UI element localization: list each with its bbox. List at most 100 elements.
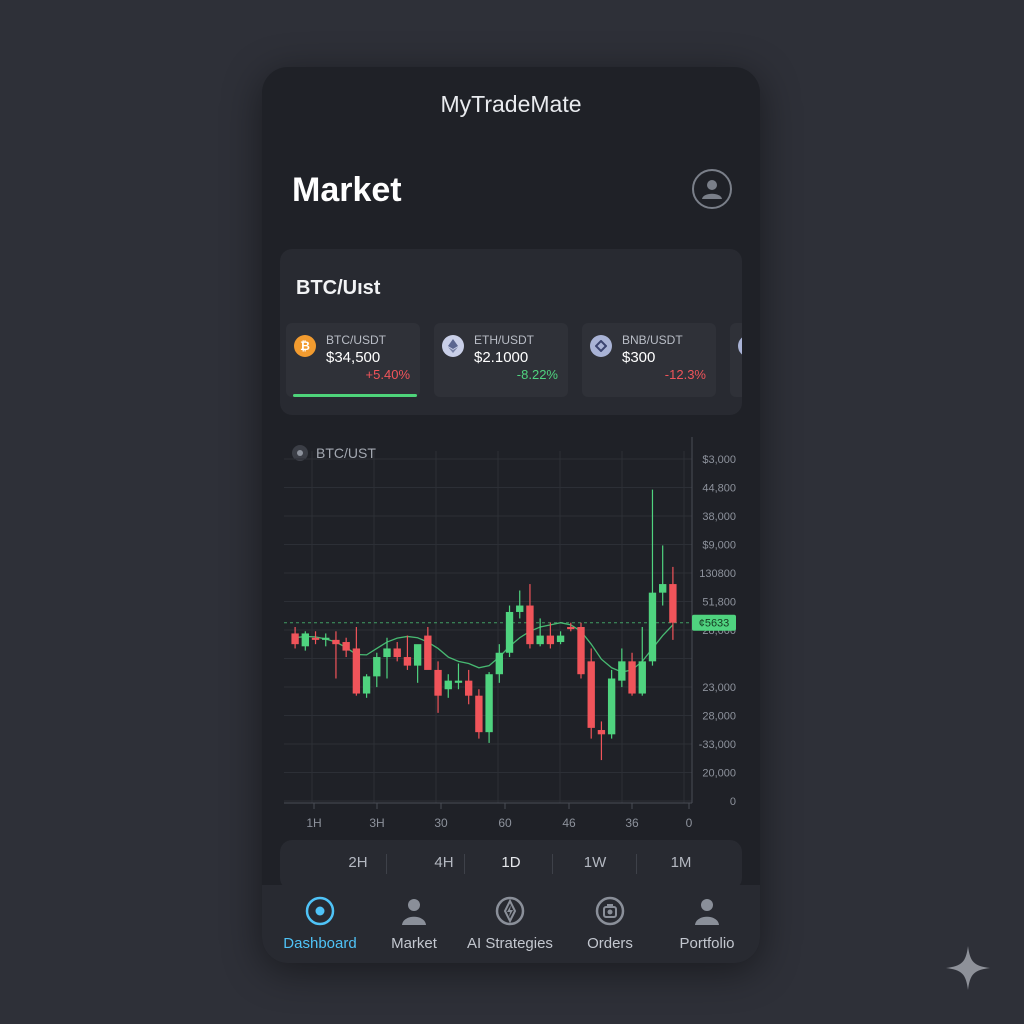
ticker-card: BTC/Uıst ₿ BTC/USDT $34,500 +5.40% ETH/U…	[280, 249, 742, 415]
candle-body	[526, 605, 534, 645]
nav-market[interactable]: Market	[364, 885, 464, 963]
nav-portfolio[interactable]: Portfolio	[657, 885, 757, 963]
x-tick-label: 36	[625, 816, 639, 830]
y-tick-label: $9,000	[702, 540, 736, 552]
bottom-nav: Dashboard Market AI Strategies Orders Po…	[262, 885, 760, 963]
candle-body	[383, 648, 391, 658]
sparkle-icon	[946, 946, 990, 990]
nav-orders[interactable]: Orders	[560, 885, 660, 963]
candle-body	[628, 661, 636, 694]
candle-body	[567, 627, 575, 630]
ticker-pair: BNB/USDT	[622, 333, 683, 347]
candle-body	[342, 642, 350, 651]
x-tick-label: 30	[434, 816, 448, 830]
timeframe-1m[interactable]: 1M	[651, 854, 711, 871]
page-title: Market	[292, 171, 402, 209]
candle-body	[403, 657, 412, 666]
candle-body	[607, 678, 616, 735]
selected-ticker-indicator	[293, 394, 417, 397]
ticker-change: -12.3%	[664, 367, 706, 382]
candle-body	[536, 635, 544, 645]
x-tick-label: 60	[498, 816, 512, 830]
candle-body	[454, 680, 463, 683]
x-tick-label: 3H	[369, 816, 384, 830]
y-tick-label: 44,800	[702, 483, 736, 495]
y-tick-label: 20,000	[702, 768, 736, 780]
coin-icon	[738, 335, 742, 357]
divider	[552, 854, 553, 874]
timeframe-2h[interactable]: 2H	[328, 854, 388, 871]
candle-body	[291, 633, 299, 645]
orders-icon	[595, 896, 625, 926]
portfolio-icon	[695, 899, 719, 925]
nav-label: Portfolio	[679, 935, 735, 952]
bnb-icon	[590, 335, 612, 357]
current-price-tag-label: ¢5633	[699, 618, 730, 630]
bitcoin-icon: ₿	[294, 335, 316, 357]
divider	[386, 854, 387, 874]
ticker-tile-eth[interactable]: ETH/USDT $2.1000 -8.22%	[434, 323, 568, 397]
candle-body	[393, 648, 401, 658]
candle-body	[322, 637, 330, 640]
ticker-price: $2.1000	[474, 349, 529, 366]
candle-body	[495, 652, 503, 675]
y-tick-label: 28,000	[702, 711, 736, 723]
ticker-tile-btc[interactable]: ₿ BTC/USDT $34,500 +5.40%	[286, 323, 420, 397]
candle-body	[475, 695, 483, 733]
ticker-price: $300	[622, 349, 656, 366]
phone-frame: MyTradeMate Market BTC/Uıst ₿ BTC/USDT $…	[262, 67, 760, 963]
timeframe-1d[interactable]: 1D	[481, 854, 541, 871]
candlestick-chart: $3,000 44,800 38,000 $9,000 130800 51,800 28,0…	[284, 437, 736, 830]
app-title: MyTradeMate	[440, 91, 582, 117]
ticker-pair: ETH/USDT	[474, 333, 534, 347]
y-tick-label: 23,000	[702, 682, 736, 694]
candle-body	[413, 644, 422, 666]
y-tick-label: -33,000	[699, 739, 736, 751]
market-person-icon	[402, 899, 426, 925]
ethereum-icon	[442, 335, 464, 357]
ticker-tile-bnb[interactable]: BNB/USDT $300 -12.3%	[582, 323, 716, 397]
candle-body	[465, 680, 473, 696]
ticker-list: ₿ BTC/USDT $34,500 +5.40% ETH/USDT $2.10…	[286, 323, 742, 399]
candle-body	[434, 669, 442, 696]
ticker-tile-partial[interactable]	[730, 323, 742, 397]
candle-body	[516, 605, 524, 612]
candle-body	[373, 657, 381, 677]
ticker-card-title: BTC/Uıst	[296, 277, 381, 299]
nav-label: Market	[391, 935, 437, 952]
candle-body	[352, 648, 361, 694]
divider	[636, 854, 637, 874]
timeframe-1w[interactable]: 1W	[565, 854, 625, 871]
y-tick-label: 0	[730, 796, 736, 808]
nav-ai-strategies[interactable]: AI Strategies	[460, 885, 560, 963]
candle-body	[659, 584, 667, 593]
dashboard-icon	[305, 896, 335, 926]
candle-body	[362, 676, 371, 694]
ticker-change: -8.22%	[516, 367, 558, 382]
candle-body	[424, 635, 432, 670]
timeframe-selector: 2H 4H 1D 1W 1M	[280, 840, 742, 890]
candle-body	[597, 730, 606, 735]
profile-button[interactable]	[692, 169, 732, 209]
y-tick-label: 130800	[699, 568, 736, 580]
x-tick-label: 0	[686, 816, 693, 830]
candle-body	[618, 661, 626, 681]
price-chart[interactable]: BTC/UST $3,000 44,800 38,000 $9,000 130800 51…	[262, 437, 760, 837]
ticker-price: $34,500	[326, 349, 381, 366]
candle-body	[332, 639, 340, 645]
candle-body	[485, 674, 493, 733]
nav-label: Dashboard	[283, 935, 357, 952]
candle-body	[505, 611, 514, 653]
y-tick-label: 51,800	[702, 597, 736, 609]
ticker-pair: BTC/USDT	[326, 333, 386, 347]
divider	[464, 854, 465, 874]
timeframe-4h[interactable]: 4H	[414, 854, 474, 871]
nav-dashboard[interactable]: Dashboard	[270, 885, 370, 963]
candle-body	[444, 680, 452, 690]
user-icon	[702, 180, 722, 199]
x-tick-label: 1H	[306, 816, 321, 830]
x-tick-label: 46	[562, 816, 576, 830]
candle-body	[311, 637, 320, 640]
ticker-change: +5.40%	[365, 367, 410, 382]
candle-body	[669, 584, 677, 623]
